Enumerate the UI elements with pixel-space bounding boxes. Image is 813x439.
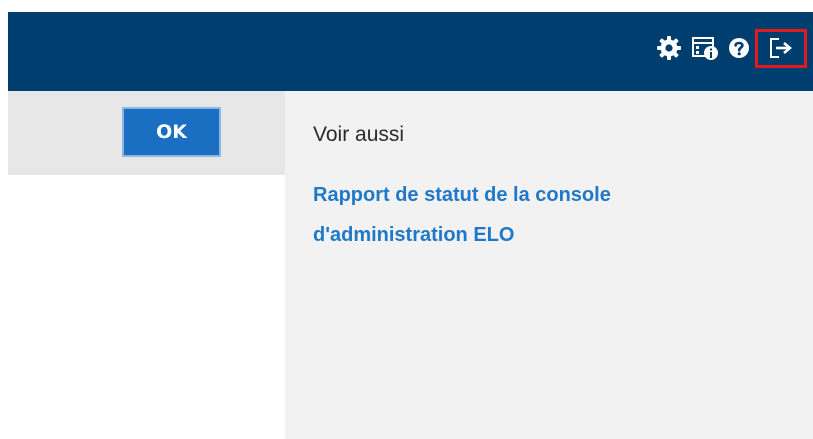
info-panel-icon bbox=[692, 37, 718, 60]
info-button[interactable] bbox=[690, 31, 720, 65]
see-also-panel: Voir aussi Rapport de statut de la conso… bbox=[285, 91, 813, 439]
help-button[interactable] bbox=[724, 31, 754, 65]
settings-button[interactable] bbox=[654, 31, 684, 65]
header-bar bbox=[8, 12, 813, 91]
see-also-title: Voir aussi bbox=[313, 123, 405, 146]
gear-icon bbox=[657, 36, 681, 60]
logout-icon bbox=[770, 38, 793, 58]
status-report-link[interactable]: Rapport de statut de la console d'admini… bbox=[313, 175, 753, 255]
page: OK Voir aussi Rapport de statut de la co… bbox=[0, 0, 813, 439]
header-toolbar bbox=[654, 28, 807, 68]
left-panel: OK bbox=[8, 91, 285, 439]
help-icon bbox=[729, 38, 749, 58]
ok-button[interactable]: OK bbox=[122, 107, 221, 157]
logout-button[interactable] bbox=[755, 28, 807, 68]
button-bar: OK bbox=[8, 91, 285, 175]
